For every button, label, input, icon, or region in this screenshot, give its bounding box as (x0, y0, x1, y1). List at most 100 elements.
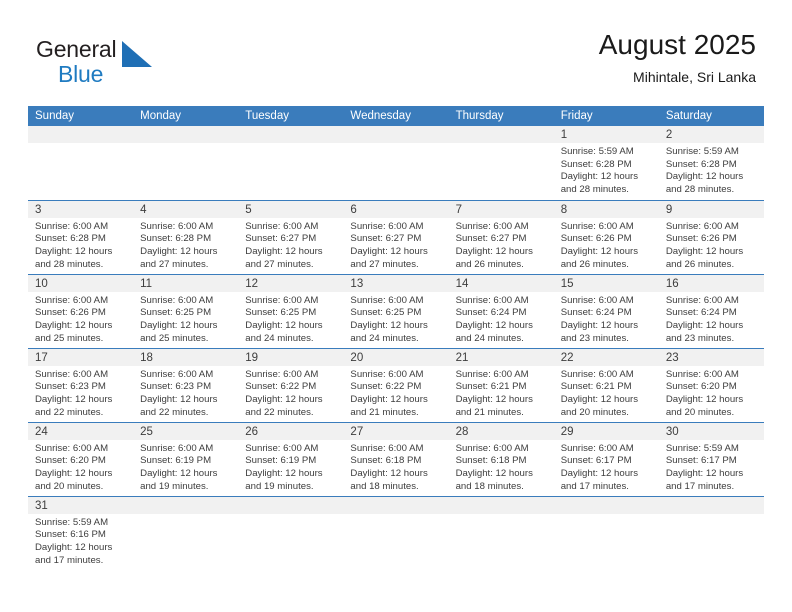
day-detail-line: Sunset: 6:19 PM (245, 455, 317, 467)
day-detail-line: and 27 minutes. (245, 258, 314, 270)
calendar-day-cell[interactable]: 11 Sunrise: 6:00 AM Sunset: 6:25 PM Dayligh… (133, 273, 239, 348)
day-detail-line: and 20 minutes. (560, 406, 629, 418)
calendar-day-cell[interactable]: 6 Sunrise: 6:00 AM Sunset: 6:27 PM Daylight… (343, 199, 449, 274)
calendar-day-cell[interactable]: 22 Sunrise: 6:00 AM Sunset: 6:21 PM Dayligh… (553, 347, 659, 422)
day-detail-line: Sunrise: 6:00 AM (560, 294, 634, 306)
calendar-day-cell[interactable]: 4 Sunrise: 6:00 AM Sunset: 6:28 PM Daylight… (133, 199, 239, 274)
calendar-day-cell[interactable]: 5 Sunrise: 6:00 AM Sunset: 6:27 PM Daylight… (238, 199, 344, 274)
day-detail-line: Sunset: 6:20 PM (665, 381, 737, 393)
day-detail-line: Sunset: 6:22 PM (245, 381, 317, 393)
day-cell-inner: 9 Sunrise: 6:00 AM Sunset: 6:26 PM Daylight… (658, 200, 764, 274)
calendar-week-row: 1 Sunrise: 5:59 AM Sunset: 6:28 PM Daylight… (28, 126, 764, 200)
day-detail-lines: Sunrise: 5:59 AM Sunset: 6:16 PM Daylight:… (28, 514, 133, 568)
calendar-day-cell[interactable]: 28 Sunrise: 6:00 AM Sunset: 6:18 PM Dayligh… (448, 421, 554, 496)
day-number: 10 (35, 277, 48, 290)
calendar-day-cell[interactable]: 24 Sunrise: 6:00 AM Sunset: 6:20 PM Dayligh… (28, 421, 134, 496)
day-number: 19 (245, 351, 259, 364)
day-detail-line: Daylight: 12 hours (350, 467, 428, 479)
day-detail-line: Daylight: 12 hours (665, 467, 744, 479)
day-cell-inner (448, 126, 554, 200)
day-detail-line: and 17 minutes. (35, 554, 104, 566)
calendar-day-cell[interactable]: 25 Sunrise: 6:00 AM Sunset: 6:19 PM Dayligh… (133, 421, 239, 496)
day-number-band (658, 496, 764, 514)
day-detail-line: and 27 minutes. (140, 258, 209, 270)
day-detail-line: Sunrise: 6:00 AM (35, 220, 109, 232)
day-number-band: 31 (28, 496, 134, 514)
day-number (238, 126, 343, 128)
day-number-band: 12 (238, 274, 344, 292)
day-number (343, 497, 448, 499)
day-detail-lines: Sunrise: 6:00 AM Sunset: 6:22 PM Daylight:… (343, 366, 448, 420)
calendar-day-cell[interactable]: 1 Sunrise: 5:59 AM Sunset: 6:28 PM Daylight… (553, 126, 659, 200)
calendar-empty-cell (133, 126, 239, 200)
calendar-day-cell[interactable]: 9 Sunrise: 6:00 AM Sunset: 6:26 PM Daylight… (658, 199, 764, 274)
day-number-band (343, 126, 449, 143)
calendar-day-cell[interactable]: 29 Sunrise: 6:00 AM Sunset: 6:17 PM Dayligh… (553, 421, 659, 496)
calendar-day-cell[interactable]: 23 Sunrise: 6:00 AM Sunset: 6:20 PM Dayligh… (658, 347, 764, 422)
day-cell-inner: 21 Sunrise: 6:00 AM Sunset: 6:21 PM Dayligh… (448, 348, 554, 422)
day-number (133, 497, 238, 499)
day-detail-line: Sunrise: 6:00 AM (245, 294, 319, 306)
day-cell-inner: 31 Sunrise: 5:59 AM Sunset: 6:16 PM Dayligh… (28, 496, 134, 571)
calendar-page: General Blue August 2025 Mihintale, Sri … (0, 0, 792, 612)
day-cell-inner (238, 496, 344, 571)
brand-logo[interactable]: General Blue (36, 36, 216, 92)
day-detail-lines: Sunrise: 5:59 AM Sunset: 6:17 PM Daylight:… (659, 440, 764, 494)
day-detail-line: Sunrise: 6:00 AM (455, 220, 529, 232)
day-cell-inner (343, 126, 449, 200)
day-detail-lines: Sunrise: 6:00 AM Sunset: 6:25 PM Daylight:… (343, 292, 448, 346)
day-number-band: 25 (133, 422, 239, 440)
calendar-week-row: 31 Sunrise: 5:59 AM Sunset: 6:16 PM Dayligh… (28, 495, 764, 571)
day-number-band: 13 (343, 274, 449, 292)
calendar-day-cell[interactable]: 10 Sunrise: 6:00 AM Sunset: 6:26 PM Dayligh… (28, 273, 134, 348)
day-detail-line: Daylight: 12 hours (665, 171, 744, 183)
day-detail-line: Sunset: 6:27 PM (455, 233, 527, 245)
day-cell-inner: 30 Sunrise: 5:59 AM Sunset: 6:17 PM Dayligh… (658, 422, 764, 496)
calendar-day-cell[interactable]: 12 Sunrise: 6:00 AM Sunset: 6:25 PM Dayligh… (238, 273, 344, 348)
calendar-day-cell[interactable]: 2 Sunrise: 5:59 AM Sunset: 6:28 PM Daylight… (658, 126, 764, 200)
day-detail-lines: Sunrise: 6:00 AM Sunset: 6:18 PM Daylight:… (343, 440, 448, 494)
day-detail-line: and 19 minutes. (245, 480, 314, 492)
day-number-band: 22 (553, 348, 659, 366)
calendar-empty-cell (133, 495, 239, 570)
calendar-head: Sunday Monday Tuesday Wednesday Thursday… (28, 106, 764, 126)
day-detail-line: and 22 minutes. (35, 406, 104, 418)
day-detail-line: Sunset: 6:16 PM (35, 529, 106, 541)
day-detail-line: Sunset: 6:28 PM (140, 233, 212, 245)
day-detail-lines: Sunrise: 5:59 AM Sunset: 6:28 PM Daylight:… (659, 143, 764, 197)
calendar-day-cell[interactable]: 21 Sunrise: 6:00 AM Sunset: 6:21 PM Dayligh… (448, 347, 554, 422)
calendar-day-cell[interactable]: 17 Sunrise: 6:00 AM Sunset: 6:23 PM Dayligh… (28, 347, 134, 422)
day-cell-inner: 2 Sunrise: 5:59 AM Sunset: 6:28 PM Daylight… (658, 126, 764, 200)
day-detail-line: and 20 minutes. (35, 480, 104, 492)
calendar-day-cell[interactable]: 7 Sunrise: 6:00 AM Sunset: 6:27 PM Daylight… (448, 199, 554, 274)
calendar-day-cell[interactable]: 19 Sunrise: 6:00 AM Sunset: 6:22 PM Dayligh… (238, 347, 344, 422)
calendar-day-cell[interactable]: 13 Sunrise: 6:00 AM Sunset: 6:25 PM Dayligh… (343, 273, 449, 348)
day-detail-line: Daylight: 12 hours (665, 393, 744, 405)
calendar-empty-cell (343, 126, 449, 200)
day-detail-line: Sunrise: 6:00 AM (35, 294, 109, 306)
calendar-day-cell[interactable]: 27 Sunrise: 6:00 AM Sunset: 6:18 PM Dayligh… (343, 421, 449, 496)
calendar-day-cell[interactable]: 31 Sunrise: 5:59 AM Sunset: 6:16 PM Dayligh… (28, 495, 134, 571)
calendar-day-cell[interactable]: 15 Sunrise: 6:00 AM Sunset: 6:24 PM Dayligh… (553, 273, 659, 348)
page-title: August 2025 (598, 29, 756, 60)
calendar-day-cell[interactable]: 20 Sunrise: 6:00 AM Sunset: 6:22 PM Dayligh… (343, 347, 449, 422)
calendar-day-cell[interactable]: 18 Sunrise: 6:00 AM Sunset: 6:23 PM Dayligh… (133, 347, 239, 422)
calendar-day-cell[interactable]: 8 Sunrise: 6:00 AM Sunset: 6:26 PM Daylight… (553, 199, 659, 274)
day-detail-line: and 22 minutes. (140, 406, 209, 418)
day-detail-lines: Sunrise: 6:00 AM Sunset: 6:22 PM Daylight:… (238, 366, 343, 420)
day-detail-lines: Sunrise: 6:00 AM Sunset: 6:24 PM Daylight:… (449, 292, 554, 346)
calendar-day-cell[interactable]: 3 Sunrise: 6:00 AM Sunset: 6:28 PM Daylight… (28, 199, 134, 274)
calendar-day-cell[interactable]: 26 Sunrise: 6:00 AM Sunset: 6:19 PM Dayligh… (238, 421, 344, 496)
day-number: 16 (665, 277, 679, 290)
day-detail-lines: Sunrise: 6:00 AM Sunset: 6:19 PM Daylight:… (238, 440, 343, 494)
calendar-day-cell[interactable]: 16 Sunrise: 6:00 AM Sunset: 6:24 PM Dayligh… (658, 273, 764, 348)
calendar-day-cell[interactable]: 14 Sunrise: 6:00 AM Sunset: 6:24 PM Dayligh… (448, 273, 554, 348)
day-detail-line: Sunset: 6:23 PM (35, 381, 106, 393)
day-number (659, 497, 764, 499)
day-number-band (133, 496, 239, 514)
day-number-band: 26 (238, 422, 344, 440)
day-cell-inner (658, 496, 764, 571)
day-detail-line: and 23 minutes. (560, 332, 629, 344)
day-detail-line: Daylight: 12 hours (350, 393, 428, 405)
calendar-day-cell[interactable]: 30 Sunrise: 5:59 AM Sunset: 6:17 PM Dayligh… (658, 421, 764, 496)
